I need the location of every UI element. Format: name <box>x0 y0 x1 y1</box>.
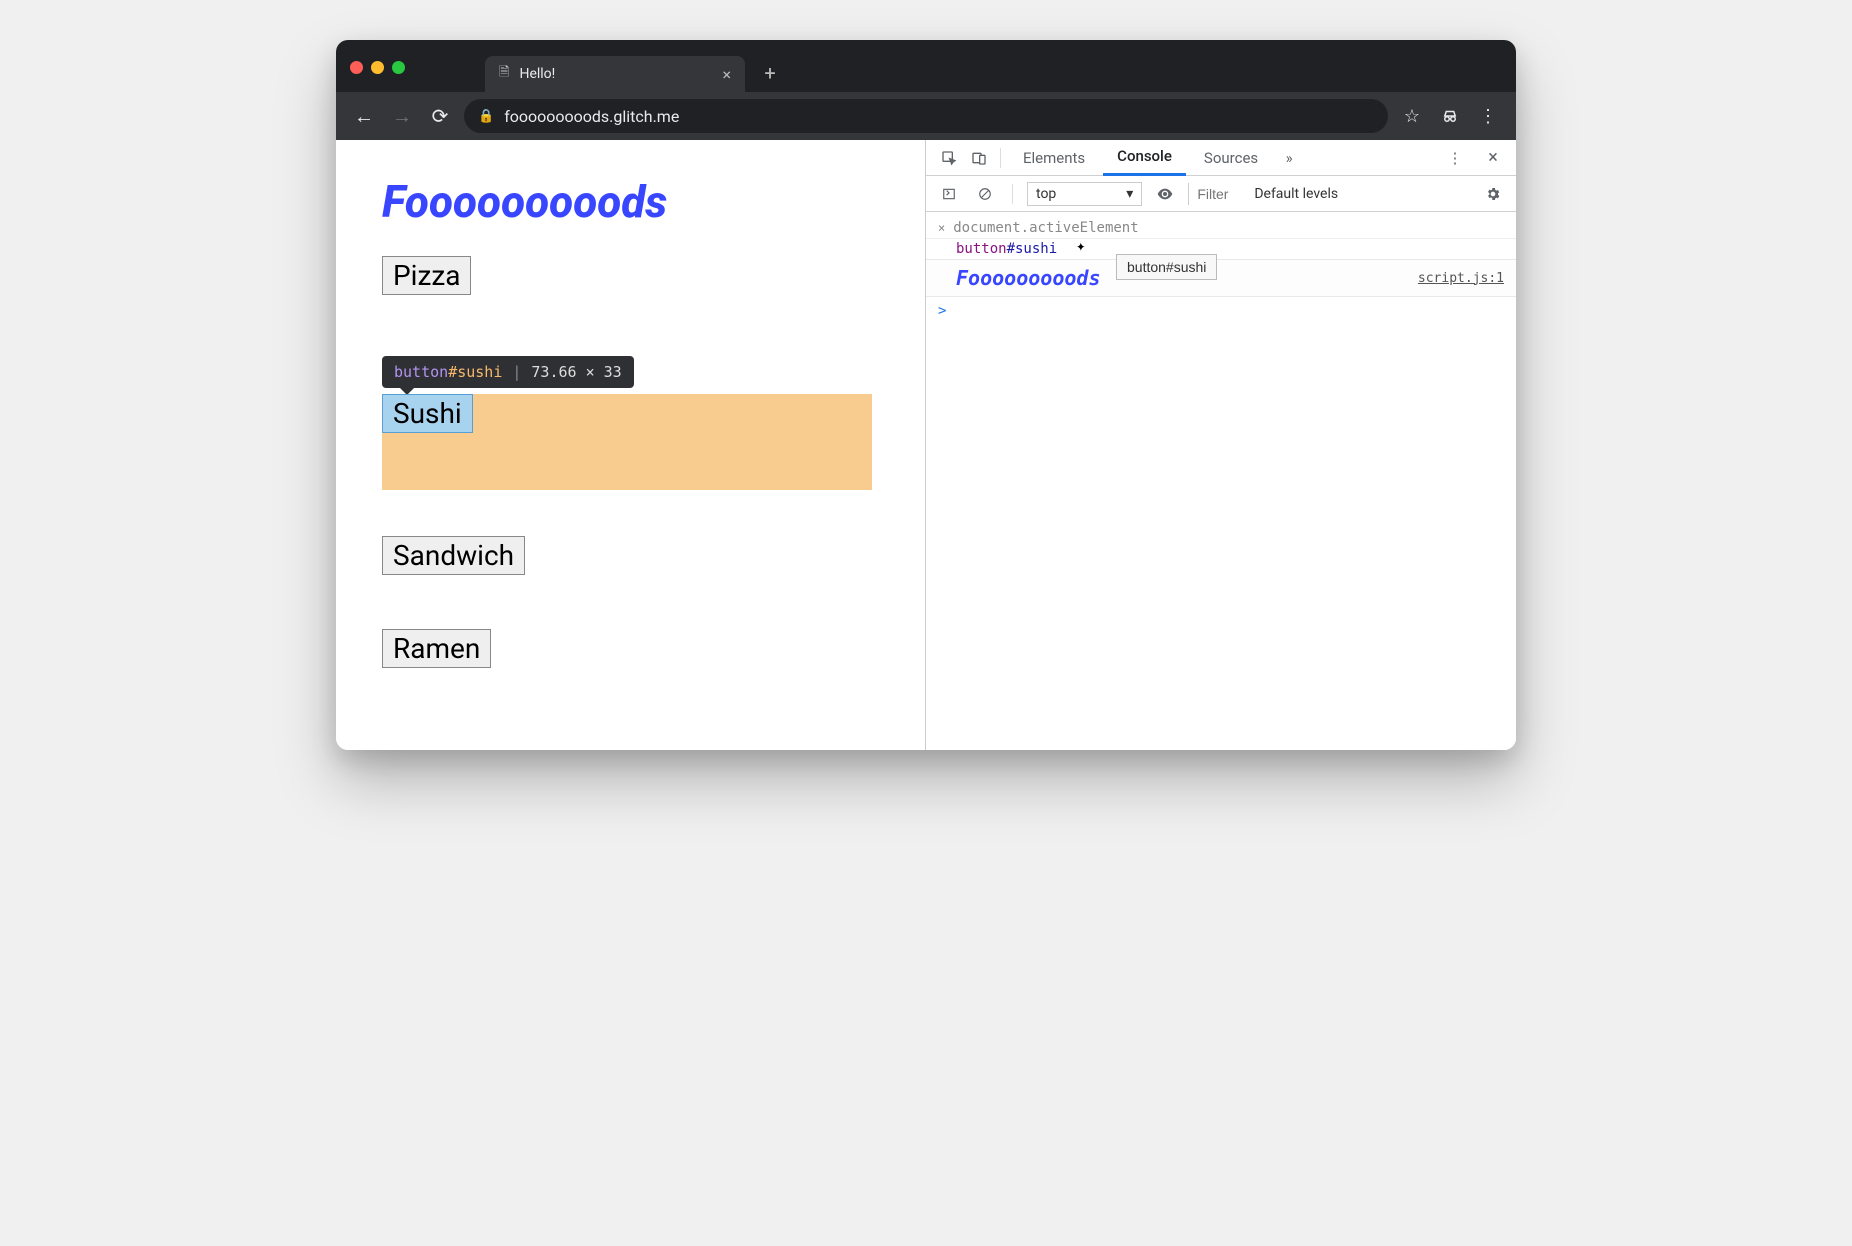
window-controls <box>350 61 485 92</box>
food-button-pizza[interactable]: Pizza <box>382 256 471 295</box>
chevron-down-icon: ▾ <box>1126 186 1133 202</box>
titlebar: 🗎 Hello! × + <box>336 40 1516 92</box>
maximize-window-button[interactable] <box>392 61 405 74</box>
clear-console-icon[interactable] <box>972 181 998 207</box>
food-button-sushi[interactable]: Sushi <box>382 394 473 433</box>
content-area: Fooooooooods Pizza button#sushi | 73.66 … <box>336 140 1516 750</box>
tab-sources[interactable]: Sources <box>1190 140 1272 176</box>
url-text: fooooooooods.glitch.me <box>504 107 679 126</box>
tab-title: Hello! <box>519 66 555 82</box>
result-id: #sushi <box>1007 241 1058 257</box>
filter-input[interactable] <box>1188 183 1238 205</box>
tooltip-tag: button <box>394 363 448 381</box>
reload-button[interactable]: ⟳ <box>426 102 454 130</box>
file-icon: 🗎 <box>499 63 509 85</box>
console-prompt[interactable]: > <box>926 297 1516 325</box>
script-source-link[interactable]: script.js:1 <box>1418 271 1504 286</box>
page-heading: Fooooooooods <box>382 176 925 228</box>
close-window-button[interactable] <box>350 61 363 74</box>
tooltip-dimensions: 73.66 × 33 <box>531 363 621 381</box>
console-toolbar: top ▾ Default levels <box>926 176 1516 212</box>
browser-tab[interactable]: 🗎 Hello! × <box>485 56 745 92</box>
close-tab-icon[interactable]: × <box>722 65 731 84</box>
inspect-tooltip: button#sushi | 73.66 × 33 <box>382 356 634 388</box>
console-expression-row: × document.activeElement <box>926 218 1516 239</box>
log-text: Fooooooooods <box>956 266 1101 290</box>
browser-window: 🗎 Hello! × + ← → ⟳ 🔒 fooooooooods.glitch… <box>336 40 1516 750</box>
food-button-ramen[interactable]: Ramen <box>382 629 491 668</box>
devtools-tabs: Elements Console Sources » ⋮ × <box>926 140 1516 176</box>
devtools-menu-icon[interactable]: ⋮ <box>1442 145 1468 171</box>
hover-tooltip: button#sushi <box>1116 254 1217 280</box>
log-levels[interactable]: Default levels <box>1254 186 1338 202</box>
food-button-sandwich[interactable]: Sandwich <box>382 536 525 575</box>
remove-expression-icon[interactable]: × <box>938 221 945 235</box>
bookmark-star-icon[interactable]: ☆ <box>1398 102 1426 130</box>
live-expression-icon[interactable] <box>1152 181 1178 207</box>
console-settings-icon[interactable] <box>1480 181 1506 207</box>
tooltip-divider: | <box>512 363 521 381</box>
result-tag: button <box>956 241 1007 257</box>
more-tabs-icon[interactable]: » <box>1276 145 1302 171</box>
menu-icon[interactable]: ⋮ <box>1474 102 1502 130</box>
console-body: × document.activeElement button#sushi ✦ … <box>926 212 1516 750</box>
device-toolbar-icon[interactable] <box>966 145 992 171</box>
console-log-row: Fooooooooods script.js:1 <box>926 259 1516 297</box>
lock-icon: 🔒 <box>478 109 494 124</box>
devtools-close-icon[interactable]: × <box>1480 145 1506 171</box>
minimize-window-button[interactable] <box>371 61 384 74</box>
inspect-element-icon[interactable] <box>936 145 962 171</box>
incognito-icon[interactable] <box>1436 102 1464 130</box>
context-value: top <box>1036 186 1056 202</box>
console-result-row[interactable]: button#sushi <box>926 239 1516 259</box>
expression-text: document.activeElement <box>953 220 1138 236</box>
toolbar: ← → ⟳ 🔒 fooooooooods.glitch.me ☆ ⋮ <box>336 92 1516 140</box>
context-selector[interactable]: top ▾ <box>1027 182 1142 206</box>
new-tab-button[interactable]: + <box>755 58 785 88</box>
console-sidebar-toggle-icon[interactable] <box>936 181 962 207</box>
forward-button[interactable]: → <box>388 102 416 130</box>
webpage: Fooooooooods Pizza button#sushi | 73.66 … <box>336 140 926 750</box>
tooltip-id: #sushi <box>448 363 502 381</box>
tab-elements[interactable]: Elements <box>1009 140 1099 176</box>
address-bar[interactable]: 🔒 fooooooooods.glitch.me <box>464 99 1388 133</box>
devtools-panel: Elements Console Sources » ⋮ × top ▾ <box>926 140 1516 750</box>
back-button[interactable]: ← <box>350 102 378 130</box>
tab-console[interactable]: Console <box>1103 140 1186 176</box>
cursor-icon: ✦ <box>1076 236 1086 255</box>
